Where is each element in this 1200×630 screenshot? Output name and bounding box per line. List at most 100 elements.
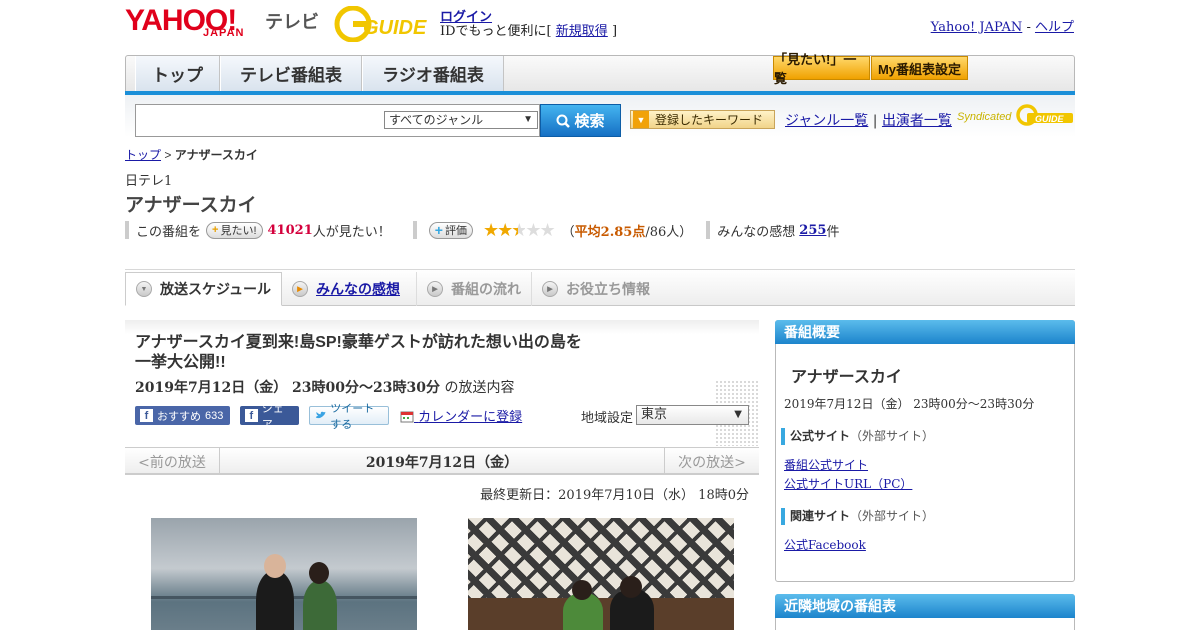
rating-stars-icon: ★★★★★ [482,219,556,241]
svg-text:GUIDE: GUIDE [363,17,427,39]
yahoo-japan-logo-text: JAPAN [203,27,245,39]
related-site-section: 関連サイト（外部サイト） [781,508,934,525]
region-label: 地域設定 [581,411,634,426]
prev-broadcast-link[interactable]: <前の放送 [125,448,220,475]
external-note: （外部サイト） [850,429,935,443]
stat-divider [412,221,417,239]
genre-select[interactable]: すべてのジャンル ▼ [384,111,538,129]
review-label: みんなの感想 [717,224,796,240]
official-section-label: 公式サイト [790,429,851,443]
chevron-right-icon: ▶ [292,281,308,297]
breadcrumb-current: アナザースカイ [174,148,258,162]
breadcrumb: トップ > アナザースカイ [125,146,258,163]
official-site-pc-link[interactable]: 公式サイトURL（PC） [784,475,912,492]
genre-select-value: すべてのジャンル [389,113,484,127]
review-count-link[interactable]: 255 [799,223,826,238]
region-select-value: 東京 [641,407,668,422]
tab-reviews[interactable]: ▶ みんなの感想 [282,272,417,306]
stat-divider [125,221,129,239]
chevron-down-icon: ▼ [136,281,152,297]
stat-divider [706,221,711,239]
chevron-right-icon: ▶ [542,281,558,297]
login-subtext: IDでもっと便利に[ 新規取得 ] [440,20,617,39]
tv-logo-text[interactable]: テレビ [265,8,319,34]
tab-broadcast-schedule[interactable]: ▼ 放送スケジュール [125,272,282,306]
search-links: ジャンル一覧 | 出演者一覧 [785,110,952,130]
dropdown-arrow-icon: ▼ [523,114,533,125]
episode-photo-interior [468,518,734,630]
rating-average: 平均2.85点 [574,224,646,240]
dropdown-triangle-icon: ▼ [633,111,649,128]
review-unit: 件 [826,224,840,240]
register-link[interactable]: 新規取得 [556,24,608,39]
header-links: Yahoo! JAPAN - ヘルプ [931,16,1074,35]
cast-list-link[interactable]: 出演者一覧 [882,113,952,129]
overview-title: アナザースカイ [791,369,902,386]
facebook-official-link[interactable]: 公式Facebook [784,536,866,553]
tab-label: 番組の流れ [451,281,521,297]
login-sub-prefix: IDでもっと便利に[ [440,24,552,39]
breadcrumb-top-link[interactable]: トップ [125,148,161,162]
episode-photo-beach [151,518,417,630]
fb-share-label: シェア [261,402,284,431]
nav-tab-top[interactable]: トップ [135,56,220,91]
tab-useful-info[interactable]: ▶ お役立ち情報 [532,272,662,306]
rate-button-label: 評価 [444,225,467,237]
mitai-button[interactable]: + 見たい! [206,221,263,239]
rate-button[interactable]: + 評価 [428,221,473,239]
calendar-register-link[interactable]: カレンダーに登録 [400,406,522,425]
mitai-suffix: 人が見たい！ [312,224,391,240]
link-divider: | [872,113,878,129]
facebook-share-button[interactable]: f シェア [240,403,299,431]
episode-title-line1: アナザースカイ夏到来!島SP!豪華ゲストが訪れた想い出の島を [135,334,582,351]
mitai-list-button[interactable]: 「見たい!」一覧 [773,52,870,86]
my-schedule-button[interactable]: My番組表設定 [871,56,968,80]
last-updated: 最終更新日：2019年7月10日（水） 18時0分 [480,488,749,503]
official-site-link[interactable]: 番組公式サイト [784,456,868,473]
facebook-icon: f [245,409,258,422]
chevron-right-icon: ▶ [427,281,443,297]
twitter-bird-icon [315,411,326,419]
page-title: アナザースカイ [125,195,257,216]
syndicated-text: Syndicated [957,111,1012,123]
help-link[interactable]: ヘルプ [1035,20,1074,35]
search-button[interactable]: 検索 [540,104,621,137]
dropdown-arrow-icon: ▼ [734,409,742,420]
gguide-small-logo-icon: GUIDE [1015,104,1073,126]
search-icon [556,114,571,128]
external-note: （外部サイト） [850,509,935,523]
mitai-prefix: この番組を [136,224,202,240]
nearby-schedule-header: 近隣地域の番組表 [775,594,1075,618]
next-broadcast-link[interactable]: 次の放送> [664,448,759,475]
episode-time: 2019年7月12日（金） 23時00分～23時30分 の放送内容 [135,377,514,397]
calendar-icon [400,411,414,423]
tweet-button[interactable]: ツイートする [309,403,389,431]
avg-open-paren: （ [561,224,575,240]
svg-text:GUIDE: GUIDE [1035,114,1065,124]
plus-icon: + [434,222,443,238]
facebook-recommend-button[interactable]: f おすすめ 633 [135,406,230,425]
related-section-label: 関連サイト [790,509,851,523]
syndicated-gguide-badge: Syndicated GUIDE [957,103,1073,127]
login-sub-suffix: ] [611,24,618,39]
tab-label: みんなの感想 [316,281,400,297]
region-select[interactable]: 東京 ▼ [636,405,749,425]
breadcrumb-separator: > [164,148,172,162]
gguide-logo[interactable]: GUIDE [333,5,433,43]
registered-keyword-button[interactable]: ▼ 登録したキーワード [630,110,775,129]
episode-datetime: 2019年7月12日（金） 23時00分～23時30分 [135,380,440,396]
episode-title: アナザースカイ夏到来!島SP!豪華ゲストが訪れた想い出の島を 一挙大公開!! [135,333,605,373]
overview-header: 番組概要 [775,320,1075,344]
tab-label: 放送スケジュール [160,281,272,297]
nav-tab-radio-schedule[interactable]: ラジオ番組表 [362,56,504,91]
tweet-label: ツイートする [330,402,375,431]
mitai-button-label: 見たい! [220,225,257,237]
genre-list-link[interactable]: ジャンル一覧 [785,113,868,129]
episode-time-suffix: の放送内容 [444,380,515,396]
rating-votes: /86人） [645,224,693,240]
header-separator: - [1026,20,1031,35]
tab-program-flow[interactable]: ▶ 番組の流れ [417,272,532,306]
overview-time: 2019年7月12日（金） 23時00分～23時30分 [784,397,1035,411]
yahoo-japan-link[interactable]: Yahoo! JAPAN [931,20,1023,35]
nav-tab-tv-schedule[interactable]: テレビ番組表 [220,56,362,91]
